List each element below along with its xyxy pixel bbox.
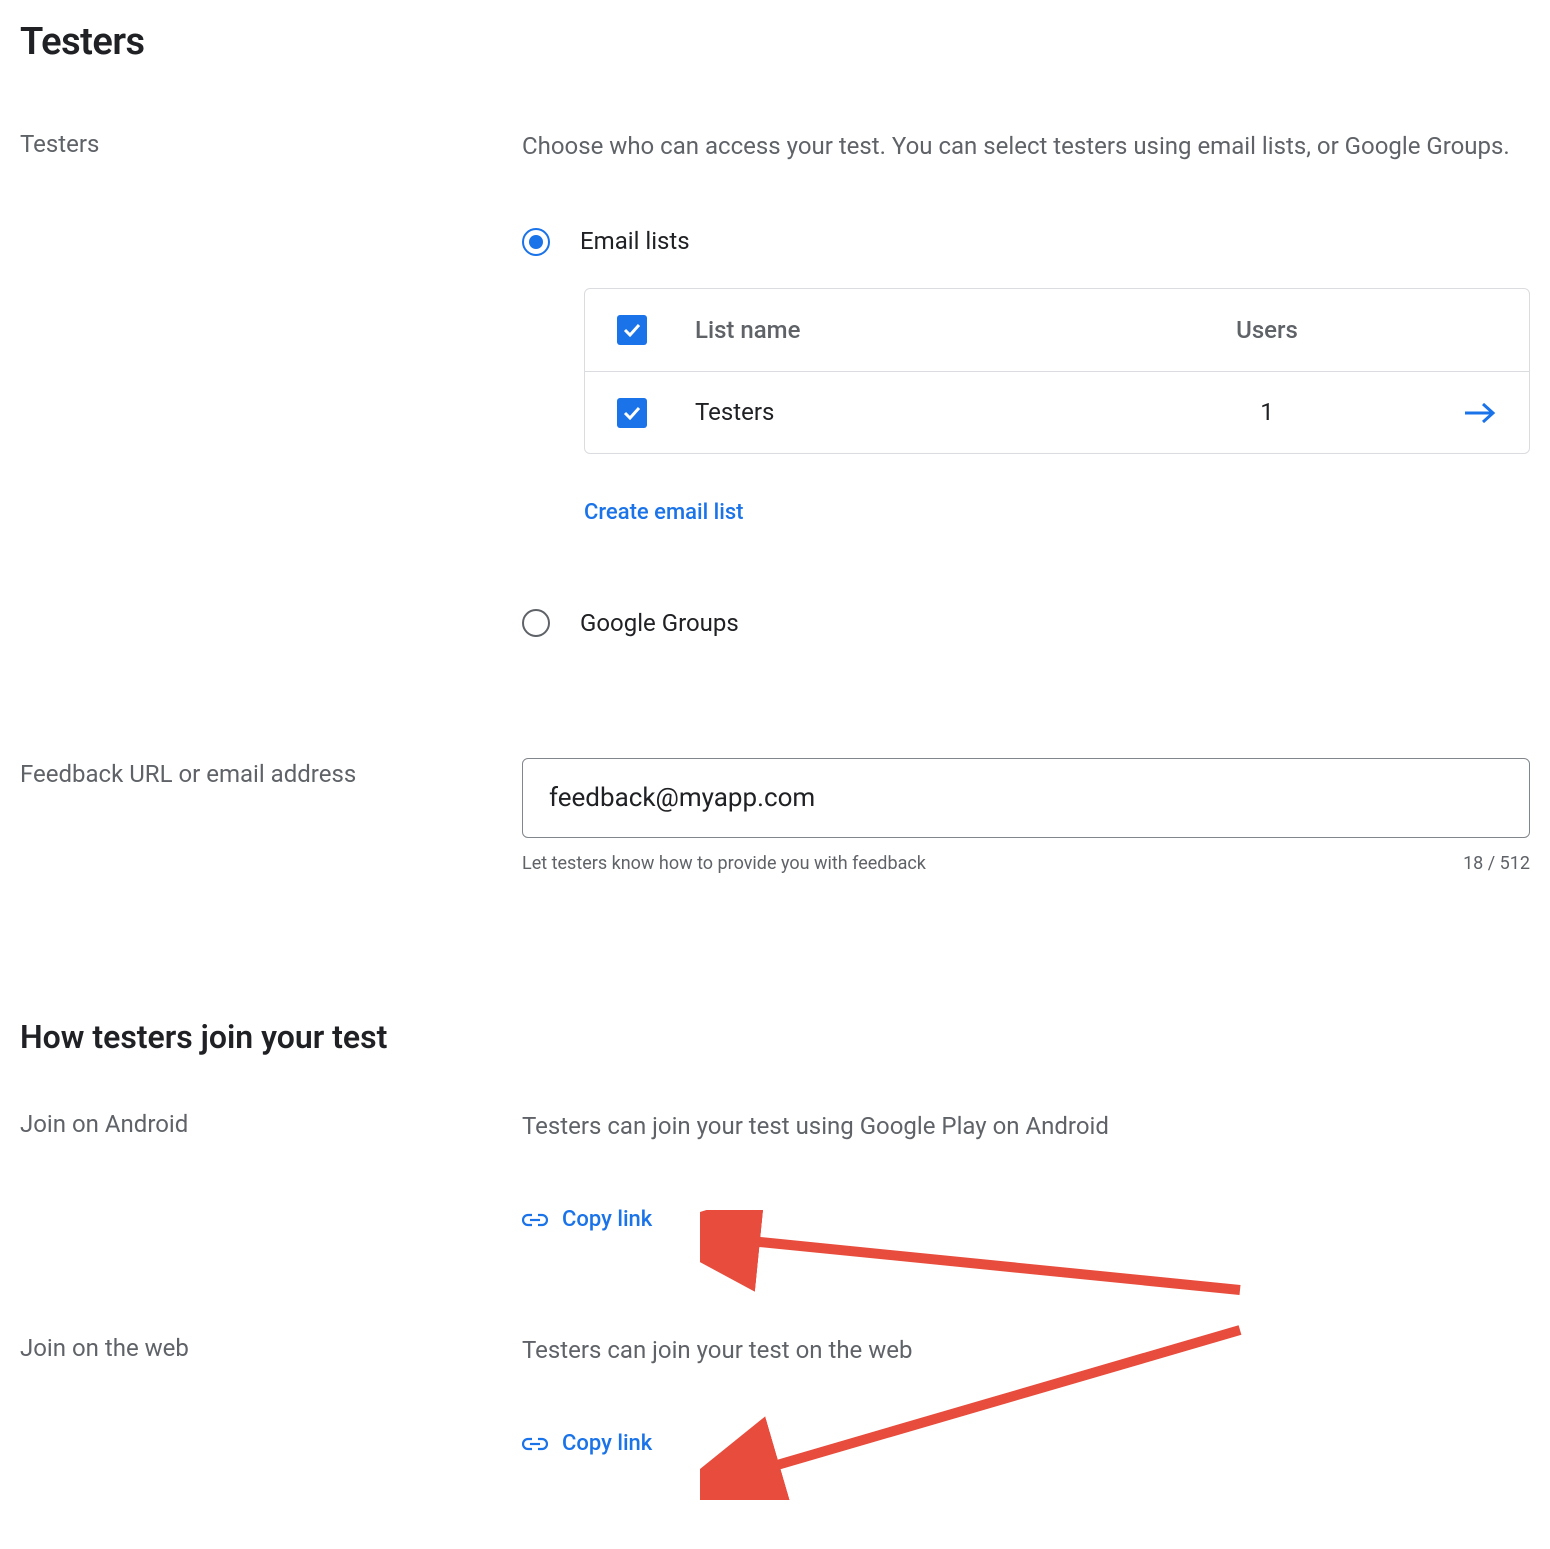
row-open-arrow[interactable]: [1407, 401, 1497, 425]
copy-link-web-label: Copy link: [562, 1427, 652, 1461]
email-lists-option[interactable]: Email lists: [522, 223, 1530, 260]
select-all-checkbox[interactable]: [617, 315, 647, 345]
feedback-row: Feedback URL or email address Let tester…: [20, 758, 1530, 878]
link-icon: [522, 1437, 548, 1451]
feedback-helper-text: Let testers know how to provide you with…: [522, 850, 926, 878]
radio-unselected-icon: [522, 609, 550, 637]
header-list-name: List name: [695, 312, 1127, 349]
testers-description: Choose who can access your test. You can…: [522, 128, 1530, 165]
check-icon: [623, 406, 641, 420]
check-icon: [623, 323, 641, 337]
join-android-content: Testers can join your test using Google …: [522, 1108, 1530, 1238]
google-groups-option[interactable]: Google Groups: [522, 605, 1530, 642]
join-web-label: Join on the web: [20, 1332, 522, 1362]
google-groups-label: Google Groups: [580, 605, 739, 642]
join-web-row: Join on the web Testers can join your te…: [20, 1332, 1530, 1462]
create-email-list-link[interactable]: Create email list: [584, 496, 744, 530]
copy-link-web-button[interactable]: Copy link: [522, 1427, 652, 1461]
header-users: Users: [1127, 312, 1407, 349]
feedback-helper-row: Let testers know how to provide you with…: [522, 850, 1530, 878]
feedback-input[interactable]: [522, 758, 1530, 838]
copy-link-android-button[interactable]: Copy link: [522, 1203, 652, 1237]
feedback-row-label: Feedback URL or email address: [20, 758, 522, 788]
join-android-row: Join on Android Testers can join your te…: [20, 1108, 1530, 1238]
join-android-desc: Testers can join your test using Google …: [522, 1112, 1109, 1140]
table-row[interactable]: Testers 1: [585, 371, 1529, 453]
testers-right-content: Choose who can access your test. You can…: [522, 128, 1530, 670]
table-header-row: List name Users: [585, 289, 1529, 371]
row-checkbox[interactable]: [617, 398, 647, 428]
testers-access-row: Testers Choose who can access your test.…: [20, 128, 1530, 670]
link-icon: [522, 1213, 548, 1227]
arrow-right-icon: [1463, 401, 1497, 425]
email-lists-table: List name Users Testers 1: [584, 288, 1530, 454]
feedback-char-counter: 18 / 512: [1463, 850, 1530, 878]
feedback-right-content: Let testers know how to provide you with…: [522, 758, 1530, 878]
radio-selected-icon: [522, 228, 550, 256]
join-web-desc: Testers can join your test on the web: [522, 1336, 912, 1364]
row-list-name: Testers: [695, 394, 1127, 431]
copy-link-android-label: Copy link: [562, 1203, 652, 1237]
email-lists-label: Email lists: [580, 223, 690, 260]
row-users-count: 1: [1127, 394, 1407, 431]
how-testers-join-heading: How testers join your test: [20, 1018, 1530, 1056]
join-web-content: Testers can join your test on the web Co…: [522, 1332, 1530, 1462]
testers-heading: Testers: [20, 20, 1530, 64]
join-android-label: Join on Android: [20, 1108, 522, 1138]
testers-settings-page: Testers Testers Choose who can access yo…: [0, 20, 1550, 1502]
testers-row-label: Testers: [20, 128, 522, 158]
